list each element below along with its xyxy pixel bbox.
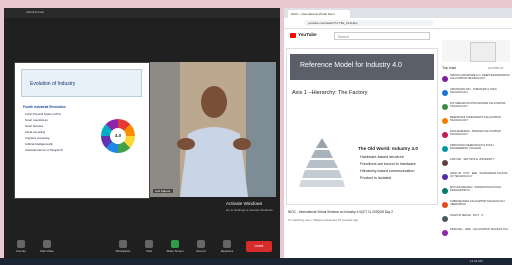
old-world-bullet: Product is isolated [360,176,392,180]
chat-text: PRAKASH · HARI · KALAYAPPAR TECHNOLOGY [450,228,509,231]
topbar-label: Ashok Kumar [26,10,45,14]
chat-message: MUTHUKUMARAN · RAMANATHAN KOOLI · PRANAV… [442,186,510,198]
unmute-button[interactable]: Unmute [8,238,34,256]
reactions-button[interactable]: Reactions [214,238,240,256]
chat-message: RAGHAVENDRA · PANDIAN KALAYAPPAR TECHNOL… [442,130,510,142]
chat-text: KARTHIK · SETTIPULLI UNIVERSITY [450,158,495,161]
avatar [442,90,448,96]
slide-bullet: Cyber-Physical System (CPS) [25,113,61,116]
microphone-icon [17,240,25,248]
avatar [442,146,448,152]
video-slide-axis: Axis 1 –Hierarchy: The Factory [292,90,368,96]
slide-bullet: Industrial Internet of Things(IoT) [25,149,64,152]
chat-message: PRAKASH · HARI · KALAYAPPAR TECHNOLOGY [442,228,510,240]
activate-windows-watermark: Activate Windows [226,201,263,206]
autoplay-label: AUTOPLAY [488,66,504,70]
slide-bullet: Artificial Intelligence(AI) [25,143,54,146]
old-world-bullet: Hardware-based structure [360,155,404,159]
record-button[interactable]: Record [188,238,214,256]
share-screen-icon [171,240,179,248]
button-label: Start Video [40,249,54,253]
chat-text: ARUN JR · KIOT · EEE · SIVANANDAM SCHOOL… [450,172,508,179]
video-meta: 27 watching now • Started streaming 15 m… [288,218,359,222]
chat-text: NIVETHA SEKAR · KIOT · IT [450,214,484,217]
avatar [442,230,448,236]
chat-text: MUTHUKUMARAN · RAMANATHAN KOOLI · PRANAV… [450,186,503,193]
speaker-figure [150,62,276,197]
old-world-bullet: Hierarchy-based communication [360,169,415,173]
shared-slide: Evolution of Industry Fourth Industrial … [14,62,150,199]
chat-text: DIVYABHARATHI PRIYAKUMAR KALAYAPPAR TECH… [450,102,506,109]
browser-tab[interactable]: NIOC - International Virtual Semi [288,10,350,18]
start-video-button[interactable]: Start Video [34,238,60,256]
reactions-icon [223,240,231,248]
avatar [442,188,448,194]
pyramid-graphic [299,138,345,187]
record-icon [197,240,205,248]
chat-message: SUBRAMANIAN KALAYAPPAR TECHNOLOGY · VEER… [442,200,510,212]
taskbar-clock: 11:32 AM [470,259,483,263]
chat-text: MEENAKSHI SUNDARAM R KALAYAPPAR TECHNOLO… [450,116,501,123]
channel-thumbnail [470,42,496,62]
video-title: NIOC - International Virtual Seminar on … [288,210,394,214]
chat-message: SRINIVASAN SEENIVASAN S KOOLI ENGINEERIN… [442,144,510,156]
button-label: Share Screen [166,249,184,253]
slide-subtitle: Fourth Industrial Revolution [23,105,66,109]
ring-label: 4.0 [110,128,126,144]
avatar [442,132,448,138]
slide-bullet: Smart factories [25,125,44,128]
slide-bullet: Smart manufacture [25,119,48,122]
chat-text: SWATHI HADIPANDE S.O. DEEPTESHWARIWANI K… [450,74,510,81]
speaker-video: Anil Kapoor [150,62,276,197]
chat-text: SRINIVASAN SEENIVASAN S KOOLI ENGINEERIN… [450,144,494,151]
chat-message: ARVINDHAN NIO · SUBASHINI K NAVA TECHNOL… [442,88,510,100]
chat-text: RAGHAVENDRA · PANDIAN KALAYAPPAR TECHNOL… [450,130,501,137]
avatar [442,104,448,110]
activate-windows-sub: Go to Settings to activate Windows. [226,208,274,212]
windows-taskbar [0,258,512,265]
speaker-name-tag: Anil Kapoor [153,189,173,193]
chat-message: SWATHI HADIPANDE S.O. DEEPTESHWARIWANI K… [442,74,510,86]
button-label: Chat [146,249,152,253]
button-label: Unmute [16,249,26,253]
avatar [442,118,448,124]
avatar [442,202,448,208]
chat-icon [145,240,153,248]
chat-text: ARVINDHAN NIO · SUBASHINI K NAVA TECHNOL… [450,88,497,95]
avatar [442,160,448,166]
avatar [442,174,448,180]
button-label: Reactions [220,249,234,253]
participants-button[interactable]: Participants [110,238,136,256]
video-camera-icon [43,240,51,248]
address-bar[interactable]: youtube.com/watch?v=YBL_KLbUlps [304,20,434,26]
button-label: Participants [115,249,131,253]
avatar [442,216,448,222]
avatar [442,76,448,82]
leave-button[interactable]: Leave [246,241,272,252]
button-label: Record [196,249,206,253]
slide-title: Evolution of Industry [21,69,142,97]
participants-icon [119,240,127,248]
old-world-bullet: Functions are bound to hardware [360,162,416,166]
youtube-play-icon [290,33,296,38]
slide-bullet: Cloud computing [25,131,46,134]
top-chat-label[interactable]: Top chat [442,66,456,70]
chat-message: NIVETHA SEKAR · KIOT · IT [442,214,510,226]
zoom-topbar: Ashok Kumar [4,8,280,18]
old-world-title: The Old World: Industry 3.0 [358,146,418,151]
chat-text: SUBRAMANIAN KALAYAPPAR TECHNOLOGY · VEER… [450,200,507,207]
search-input[interactable]: Search [334,32,430,40]
video-slide-title: Reference Model for Industry 4.0 [300,62,402,69]
youtube-logo[interactable]: YouTube [298,32,317,37]
slide-bullet: Cognitive computing [25,137,50,140]
share-screen-button[interactable]: Share Screen [162,238,188,256]
chat-message: KARTHIK · SETTIPULLI UNIVERSITY [442,158,510,170]
chat-message: MEENAKSHI SUNDARAM R KALAYAPPAR TECHNOLO… [442,116,510,128]
chat-message: ARUN JR · KIOT · EEE · SIVANANDAM SCHOOL… [442,172,510,184]
chat-button[interactable]: Chat [136,238,162,256]
chat-message: DIVYABHARATHI PRIYAKUMAR KALAYAPPAR TECH… [442,102,510,114]
